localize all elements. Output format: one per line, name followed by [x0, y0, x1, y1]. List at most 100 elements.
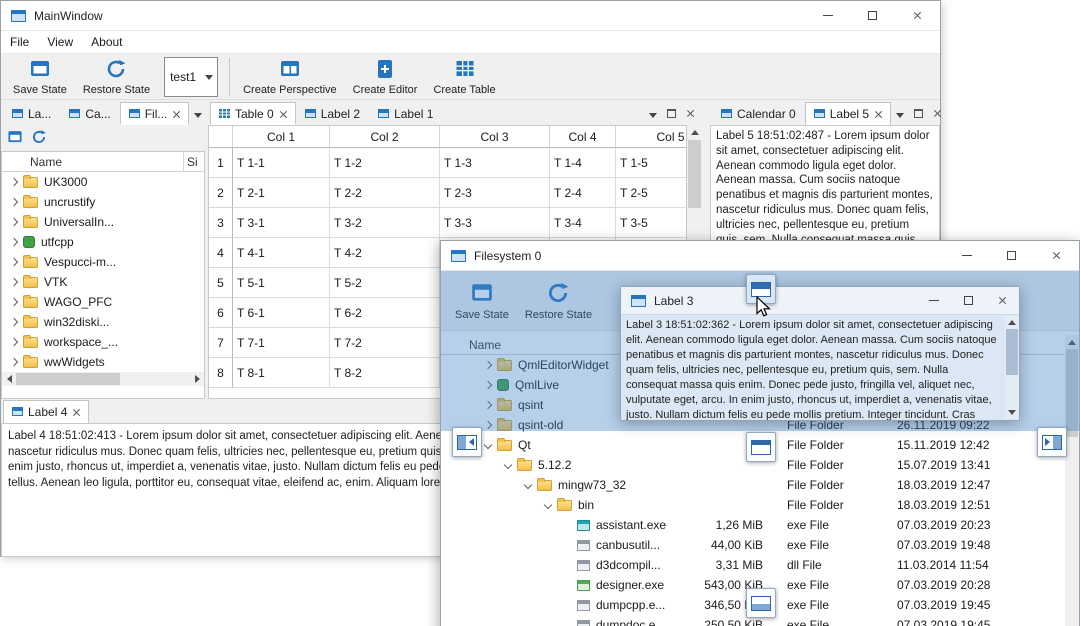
- table-cell[interactable]: T 2-1: [233, 178, 330, 208]
- table-cell[interactable]: T 2-2: [330, 178, 440, 208]
- dock-indicator-right[interactable]: [1037, 427, 1067, 457]
- minimize-button[interactable]: [944, 241, 989, 270]
- table-cell[interactable]: T 3-4: [550, 208, 616, 238]
- undock-button[interactable]: [663, 104, 680, 122]
- tree-row[interactable]: win32diski...: [2, 312, 204, 332]
- tab-label-dock[interactable]: La...: [3, 102, 60, 125]
- table-cell[interactable]: T 7-1: [233, 328, 330, 358]
- table-cell[interactable]: T 1-5: [616, 148, 686, 178]
- tab-filesystem-dock[interactable]: Fil...: [119, 102, 190, 125]
- save-state-button[interactable]: [7, 129, 23, 148]
- expand-icon[interactable]: [9, 277, 19, 287]
- expand-icon[interactable]: [483, 440, 493, 450]
- table-cell[interactable]: T 2-3: [440, 178, 550, 208]
- table-cell[interactable]: T 2-5: [616, 178, 686, 208]
- menu-item-view[interactable]: View: [38, 31, 82, 53]
- table-cell[interactable]: T 5-2: [330, 268, 440, 298]
- expand-icon[interactable]: [9, 177, 19, 187]
- expand-icon[interactable]: [9, 297, 19, 307]
- table-col-header[interactable]: Col 3: [440, 126, 550, 148]
- scrollbar-thumb[interactable]: [688, 140, 701, 208]
- dock-indicator-center[interactable]: [746, 432, 776, 462]
- table-cell[interactable]: T 2-4: [550, 178, 616, 208]
- table-cell[interactable]: T 4-1: [233, 238, 330, 268]
- restore-state-button[interactable]: [31, 129, 47, 148]
- tab-close-icon[interactable]: [874, 110, 882, 118]
- save-state-button[interactable]: Save State: [5, 55, 75, 99]
- filesystem-titlebar[interactable]: Filesystem 0: [441, 241, 1079, 271]
- tree-row[interactable]: wwWidgets: [2, 352, 204, 372]
- table-cell[interactable]: T 7-2: [330, 328, 440, 358]
- table-row-header[interactable]: 4: [209, 238, 233, 268]
- create-table-button[interactable]: Create Table: [425, 55, 503, 99]
- vertical-scrollbar[interactable]: [1005, 316, 1019, 419]
- create-editor-button[interactable]: Create Editor: [345, 55, 426, 99]
- scrollbar-thumb[interactable]: [16, 373, 120, 385]
- table-col-header[interactable]: Col 1: [233, 126, 330, 148]
- scroll-up-button[interactable]: [1005, 316, 1019, 329]
- tabs-menu-button[interactable]: [644, 104, 661, 122]
- table-cell[interactable]: T 1-2: [330, 148, 440, 178]
- table-cell[interactable]: T 1-1: [233, 148, 330, 178]
- tab-close-icon[interactable]: [172, 110, 180, 118]
- maximize-button[interactable]: [951, 287, 985, 314]
- table-cell[interactable]: T 8-1: [233, 358, 330, 388]
- tabs-menu-button[interactable]: [891, 104, 908, 122]
- tree-row[interactable]: WAGO_PFC: [2, 292, 204, 312]
- close-dock-button[interactable]: [929, 104, 946, 122]
- table-cell[interactable]: T 5-1: [233, 268, 330, 298]
- tree-header-name[interactable]: Name: [2, 155, 62, 169]
- table-cell[interactable]: T 8-2: [330, 358, 440, 388]
- table-cell[interactable]: T 1-4: [550, 148, 616, 178]
- tree-row[interactable]: bin File Folder 18.03.2019 12:51: [441, 495, 1065, 515]
- expand-icon[interactable]: [9, 197, 19, 207]
- close-dock-button[interactable]: [682, 104, 699, 122]
- tree-row[interactable]: mingw73_32 File Folder 18.03.2019 12:47: [441, 475, 1065, 495]
- tree-row[interactable]: UK3000: [2, 172, 204, 192]
- tree-header[interactable]: Name Si: [2, 152, 204, 172]
- tree-row[interactable]: Vespucci-m...: [2, 252, 204, 272]
- tree-row[interactable]: VTK: [2, 272, 204, 292]
- table-row-header[interactable]: 8: [209, 358, 233, 388]
- tree-row[interactable]: utfcpp: [2, 232, 204, 252]
- menu-item-about[interactable]: About: [82, 31, 131, 53]
- table-row-header[interactable]: 1: [209, 148, 233, 178]
- tab-label-4[interactable]: Label 4: [3, 400, 90, 423]
- tree-header-size[interactable]: Si: [183, 152, 198, 171]
- scroll-right-button[interactable]: [190, 372, 204, 386]
- tree-row[interactable]: assistant.exe 1,26 MiB exe File 07.03.2019 …: [441, 515, 1065, 535]
- tree-row[interactable]: d3dcompil... 3,31 MiB dll File 11.03.2014 1…: [441, 555, 1065, 575]
- expand-icon[interactable]: [9, 337, 19, 347]
- maximize-button[interactable]: [850, 1, 895, 30]
- maximize-button[interactable]: [989, 241, 1034, 270]
- label3-titlebar[interactable]: Label 3: [621, 287, 1019, 315]
- tree-row[interactable]: workspace_...: [2, 332, 204, 352]
- tab-label-1[interactable]: Label 1: [369, 102, 442, 125]
- tab-calendar-0[interactable]: Calendar 0: [712, 102, 805, 125]
- expand-icon[interactable]: [503, 460, 513, 470]
- table-cell[interactable]: T 3-1: [233, 208, 330, 238]
- table-cell[interactable]: T 1-3: [440, 148, 550, 178]
- restore-state-button[interactable]: Restore State: [75, 55, 158, 99]
- table-row-header[interactable]: 3: [209, 208, 233, 238]
- tab-label-2[interactable]: Label 2: [296, 102, 369, 125]
- expand-icon[interactable]: [9, 217, 19, 227]
- tabs-menu-button[interactable]: [189, 104, 206, 122]
- expand-icon[interactable]: [9, 317, 19, 327]
- scroll-left-button[interactable]: [2, 372, 16, 386]
- close-button[interactable]: [985, 287, 1019, 314]
- table-cell[interactable]: T 3-2: [330, 208, 440, 238]
- scroll-up-button[interactable]: [687, 125, 702, 140]
- tab-close-icon[interactable]: [279, 110, 287, 118]
- expand-icon[interactable]: [9, 357, 19, 367]
- tab-label-5[interactable]: Label 5: [804, 102, 892, 125]
- table-row-header[interactable]: 6: [209, 298, 233, 328]
- expand-icon[interactable]: [543, 500, 553, 510]
- tree-row[interactable]: canbusutil... 44,00 KiB exe File 07.03.2019…: [441, 535, 1065, 555]
- expand-icon[interactable]: [523, 480, 533, 490]
- close-button[interactable]: [1034, 241, 1079, 270]
- create-perspective-button[interactable]: Create Perspective: [235, 55, 345, 99]
- table-col-header[interactable]: Col 2: [330, 126, 440, 148]
- close-button[interactable]: [895, 1, 940, 30]
- dock-indicator-bottom[interactable]: [746, 588, 776, 618]
